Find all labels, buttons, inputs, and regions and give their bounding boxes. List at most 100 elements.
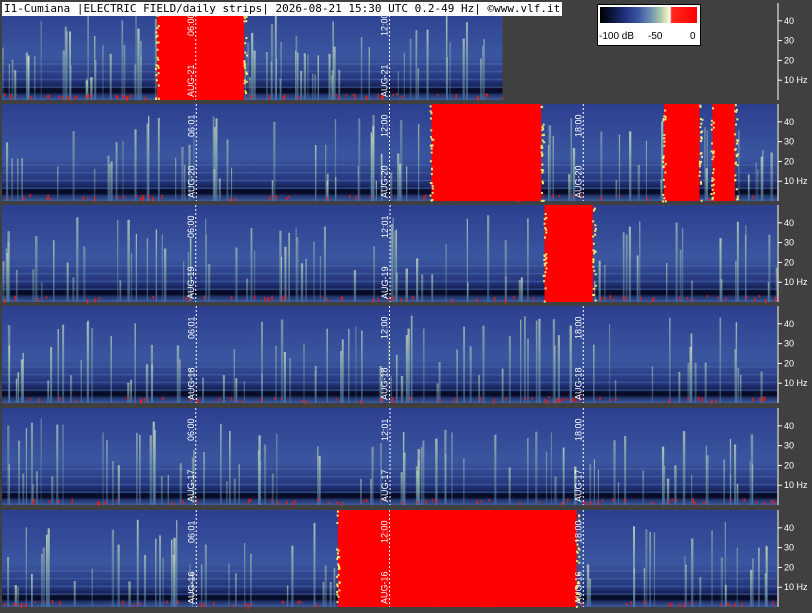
saturation-fringe xyxy=(662,160,665,163)
saturation-fringe xyxy=(712,126,715,129)
saturation-fringe xyxy=(336,557,339,560)
activity-spike xyxy=(562,447,565,505)
noise-speck xyxy=(203,603,205,607)
saturation-fringe xyxy=(698,165,701,168)
noise-speck xyxy=(11,96,13,100)
saturation-fringe xyxy=(578,548,581,551)
saturation-fringe xyxy=(338,589,341,592)
saturation-fringe xyxy=(592,220,595,223)
activity-spike xyxy=(167,474,169,505)
activity-spike xyxy=(755,162,757,201)
activity-spike xyxy=(456,349,458,403)
axis-tick-label: 10 Hz xyxy=(784,75,808,85)
saturation-fringe xyxy=(431,191,434,194)
noise-speck xyxy=(501,96,504,100)
noise-speck xyxy=(268,196,271,201)
axis-tick-label: 30 xyxy=(784,238,794,248)
time-marker-date: AUG-20 xyxy=(186,165,196,198)
activity-spike xyxy=(8,63,10,100)
activity-spike xyxy=(570,118,572,201)
activity-spike xyxy=(7,556,10,607)
activity-spike xyxy=(291,545,294,607)
saturation-fringe xyxy=(245,71,248,74)
noise-speck xyxy=(668,602,670,607)
noise-speck xyxy=(505,397,507,401)
noise-speck xyxy=(609,398,611,402)
noise-speck xyxy=(89,94,92,98)
noise-speck xyxy=(274,397,276,400)
saturation-fringe xyxy=(736,198,739,201)
saturation-fringe xyxy=(543,218,546,221)
noise-speck xyxy=(200,603,203,607)
saturation-fringe xyxy=(543,141,546,144)
activity-spike xyxy=(435,438,438,505)
activity-spike xyxy=(270,61,273,100)
activity-spike xyxy=(645,529,648,607)
noise-speck xyxy=(127,396,129,400)
noise-speck xyxy=(566,498,569,503)
activity-spike xyxy=(520,277,523,302)
activity-spike xyxy=(300,70,303,100)
activity-spike xyxy=(747,174,750,201)
activity-spike xyxy=(35,236,38,302)
noise-speck xyxy=(401,501,403,505)
noise-speck xyxy=(182,500,184,504)
activity-spike xyxy=(431,274,434,302)
activity-spike xyxy=(538,318,541,403)
noise-speck xyxy=(486,93,489,97)
colorbar-min-label: -100 dB xyxy=(599,31,635,42)
noise-speck xyxy=(494,296,496,302)
activity-spike xyxy=(469,346,472,403)
activity-spike xyxy=(398,163,402,201)
noise-speck xyxy=(239,399,241,403)
noise-speck xyxy=(123,195,125,199)
activity-spike xyxy=(645,140,647,201)
saturation-fringe xyxy=(734,148,737,151)
axis-tick-label: 30 xyxy=(784,441,794,451)
saturation-fringe xyxy=(663,197,666,200)
activity-spike xyxy=(736,221,739,302)
noise-speck xyxy=(244,602,247,607)
activity-spike xyxy=(117,544,120,607)
saturation-fringe xyxy=(699,104,702,107)
saturation-fringe xyxy=(544,213,547,216)
time-marker-time: 12:00 xyxy=(380,13,390,36)
noise-speck xyxy=(139,602,141,606)
activity-spike xyxy=(274,13,277,100)
saturation-fringe xyxy=(540,106,543,109)
noise-speck xyxy=(597,500,599,506)
saturation-fringe xyxy=(594,273,597,276)
activity-spike xyxy=(597,469,600,505)
noise-speck xyxy=(45,296,48,299)
noise-speck xyxy=(697,396,700,401)
activity-spike xyxy=(284,246,287,302)
noise-speck xyxy=(531,397,534,400)
noise-speck xyxy=(247,603,250,609)
saturation-fringe xyxy=(592,235,595,238)
activity-spike xyxy=(312,73,314,100)
noise-speck xyxy=(406,298,409,301)
saturation-fringe xyxy=(540,199,543,202)
saturation-fringe xyxy=(544,255,547,258)
saturation-fringe xyxy=(735,142,738,145)
noise-speck xyxy=(349,195,351,199)
saturation-fringe xyxy=(156,64,159,67)
time-marker-time: 18:00 xyxy=(573,114,583,137)
activity-spike xyxy=(758,547,760,607)
noise-speck xyxy=(539,500,541,504)
activity-spike xyxy=(134,129,137,201)
noise-speck xyxy=(678,296,681,301)
noise-speck xyxy=(335,398,338,401)
saturation-fringe xyxy=(429,110,432,113)
activity-spike xyxy=(358,118,361,201)
activity-spike xyxy=(130,379,132,403)
noise-speck xyxy=(46,197,48,200)
noise-speck xyxy=(336,500,339,505)
activity-spike xyxy=(355,326,357,403)
saturation-fringe xyxy=(245,20,248,23)
noise-speck xyxy=(345,94,348,97)
activity-spike xyxy=(329,581,332,607)
saturation-fringe xyxy=(542,274,545,277)
saturation-fringe xyxy=(736,195,739,198)
noise-speck xyxy=(392,94,394,97)
